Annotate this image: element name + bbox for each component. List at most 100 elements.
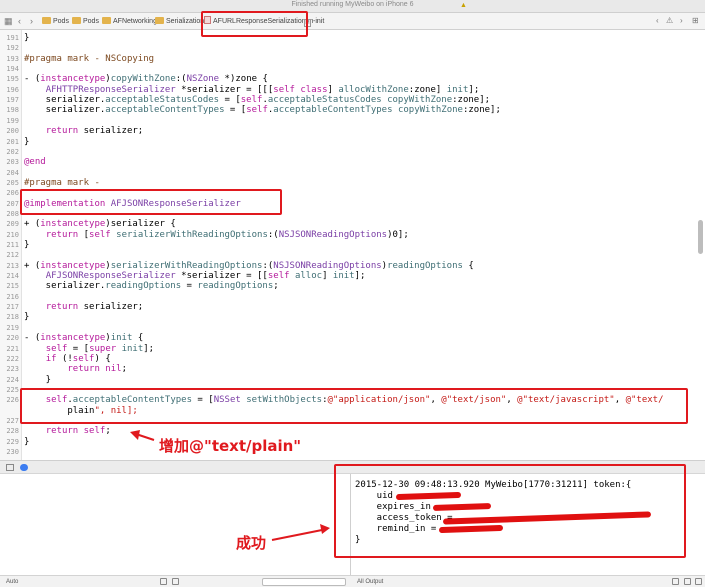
console-output[interactable]: 2015-12-30 09:48:13.920 MyWeibo[1770:312… xyxy=(351,474,705,574)
code-text: @implementation AFJSONResponseSerializer xyxy=(24,198,241,209)
line-number[interactable]: 200 xyxy=(0,126,19,136)
line-number[interactable]: 203 xyxy=(0,157,19,167)
line-number[interactable]: 197 xyxy=(0,95,19,105)
variables-view[interactable] xyxy=(0,474,350,574)
line-number[interactable]: 201 xyxy=(0,137,19,147)
line-number[interactable]: 194 xyxy=(0,64,19,74)
breadcrumb-serialization[interactable]: Serialization› xyxy=(155,16,209,27)
code-text: if (!self) { xyxy=(45,353,111,364)
line-number[interactable]: 199 xyxy=(0,116,19,126)
code-line: 199 xyxy=(0,116,700,126)
line-number[interactable]: 202 xyxy=(0,147,19,157)
line-number[interactable]: 195 xyxy=(0,74,19,84)
code-text: return self; xyxy=(45,426,111,437)
line-number[interactable]: 192 xyxy=(0,43,19,53)
line-number[interactable]: 213 xyxy=(0,261,19,271)
line-number[interactable]: 227 xyxy=(0,416,19,426)
line-number[interactable]: 217 xyxy=(0,302,19,312)
breadcrumb-file[interactable]: AFURLResponseSerialization.m › xyxy=(204,16,319,27)
breadcrumb-afnetworking[interactable]: AFNetworking› xyxy=(102,16,162,27)
code-text: AFHTTPResponseSerializer *serializer = [… xyxy=(45,84,480,95)
split-editor-icon[interactable]: ⊞ xyxy=(692,16,699,26)
code-text: + (instancetype)serializerWithReadingOpt… xyxy=(24,260,474,271)
jump-bar: ▦ ‹ › Pods› Pods› AFNetworking› Serializ… xyxy=(0,13,705,30)
code-editor[interactable]: 191} 192 193 #pragma mark - NSCopying 194 195… xyxy=(0,30,705,460)
status-bar: Auto All Output xyxy=(0,575,705,587)
line-number[interactable]: 223 xyxy=(0,364,19,374)
line-number[interactable]: 212 xyxy=(0,250,19,260)
output-selector[interactable]: All Output xyxy=(357,578,383,586)
line-number[interactable]: 215 xyxy=(0,281,19,291)
editor-scrollbar[interactable] xyxy=(698,220,703,254)
code-line: 193 #pragma mark - NSCopying xyxy=(0,54,700,64)
code-line: 195 - (instancetype)copyWithZone:(NSZone … xyxy=(0,74,700,84)
line-number[interactable]: 207 xyxy=(0,199,19,209)
line-number[interactable]: 196 xyxy=(0,85,19,95)
code-line: 197 serializer.acceptableStatusCodes = [… xyxy=(0,95,700,105)
warning-icon[interactable]: ▲ xyxy=(460,2,469,10)
line-number[interactable]: 222 xyxy=(0,354,19,364)
code-text: return nil; xyxy=(67,364,127,375)
line-number[interactable]: 224 xyxy=(0,375,19,385)
line-number[interactable]: 204 xyxy=(0,168,19,178)
redaction-scribble xyxy=(438,524,504,534)
line-number[interactable]: 205 xyxy=(0,178,19,188)
code-text: #pragma mark - xyxy=(24,177,100,188)
code-line: 221 self = [super init]; xyxy=(0,344,700,354)
line-number[interactable]: 198 xyxy=(0,105,19,115)
line-number[interactable]: 229 xyxy=(0,437,19,447)
split-view-icon[interactable] xyxy=(684,578,691,585)
breadcrumb-method[interactable]: M -init xyxy=(304,16,324,27)
line-number[interactable]: 218 xyxy=(0,312,19,322)
line-number[interactable]: 209 xyxy=(0,219,19,229)
console-line: 2015-12-30 09:48:13.920 MyWeibo[1770:312… xyxy=(355,480,632,490)
code-line: 208 xyxy=(0,209,700,219)
issue-nav-back-icon[interactable]: ‹ xyxy=(656,16,659,26)
code-line: 202 xyxy=(0,147,700,157)
scope-selector[interactable]: Auto xyxy=(6,578,18,586)
line-number[interactable]: 226 xyxy=(0,395,19,405)
line-number[interactable]: 230 xyxy=(0,447,19,457)
eye-icon[interactable] xyxy=(160,578,167,585)
breadcrumb-pods-group[interactable]: Pods› xyxy=(72,16,104,27)
forward-arrow-icon[interactable]: › xyxy=(30,16,33,26)
code-line: 212 xyxy=(0,250,700,260)
line-number[interactable]: 191 xyxy=(0,33,19,43)
code-line: plain", nil]; xyxy=(0,406,700,416)
code-text: return serializer; xyxy=(45,302,144,313)
issue-nav-forward-icon[interactable]: › xyxy=(680,16,683,26)
folder-icon xyxy=(72,17,81,24)
code-line: 223 return nil; xyxy=(0,364,700,374)
line-number[interactable]: 219 xyxy=(0,323,19,333)
code-line: 198 serializer.acceptableContentTypes = … xyxy=(0,105,700,115)
line-number[interactable]: 221 xyxy=(0,344,19,354)
line-number[interactable]: 211 xyxy=(0,240,19,250)
variables-filter-field[interactable] xyxy=(262,578,346,586)
console-line: } xyxy=(355,535,361,545)
hide-debug-area-icon[interactable] xyxy=(6,464,14,471)
line-number[interactable]: 228 xyxy=(0,426,19,436)
code-line: 220 - (instancetype)init { xyxy=(0,333,700,343)
line-number[interactable]: 193 xyxy=(0,54,19,64)
code-line: 229} xyxy=(0,437,700,447)
breadcrumb-pods-project[interactable]: Pods› xyxy=(42,16,74,27)
code-text: + (instancetype)serializer { xyxy=(24,219,176,230)
code-text: serializer.acceptableContentTypes = [sel… xyxy=(24,105,501,116)
line-number[interactable]: 220 xyxy=(0,333,19,343)
back-arrow-icon[interactable]: ‹ xyxy=(18,16,21,26)
line-number[interactable]: 206 xyxy=(0,188,19,198)
trash-icon[interactable] xyxy=(672,578,679,585)
code-text: - (instancetype)copyWithZone:(NSZone *)z… xyxy=(24,74,268,85)
line-number[interactable]: 225 xyxy=(0,385,19,395)
line-number[interactable]: 208 xyxy=(0,209,19,219)
line-number[interactable]: 216 xyxy=(0,292,19,302)
single-view-icon[interactable] xyxy=(695,578,702,585)
info-icon[interactable] xyxy=(172,578,179,585)
annotation-added-text-plain: 增加@"text/plain" xyxy=(159,437,302,455)
line-number[interactable]: 210 xyxy=(0,230,19,240)
issue-icon[interactable]: ⚠ xyxy=(666,16,673,26)
related-items-icon[interactable]: ▦ xyxy=(4,16,13,26)
breakpoints-toggle-icon[interactable] xyxy=(20,464,28,471)
code-line: 205 #pragma mark - xyxy=(0,178,700,188)
line-number[interactable]: 214 xyxy=(0,271,19,281)
